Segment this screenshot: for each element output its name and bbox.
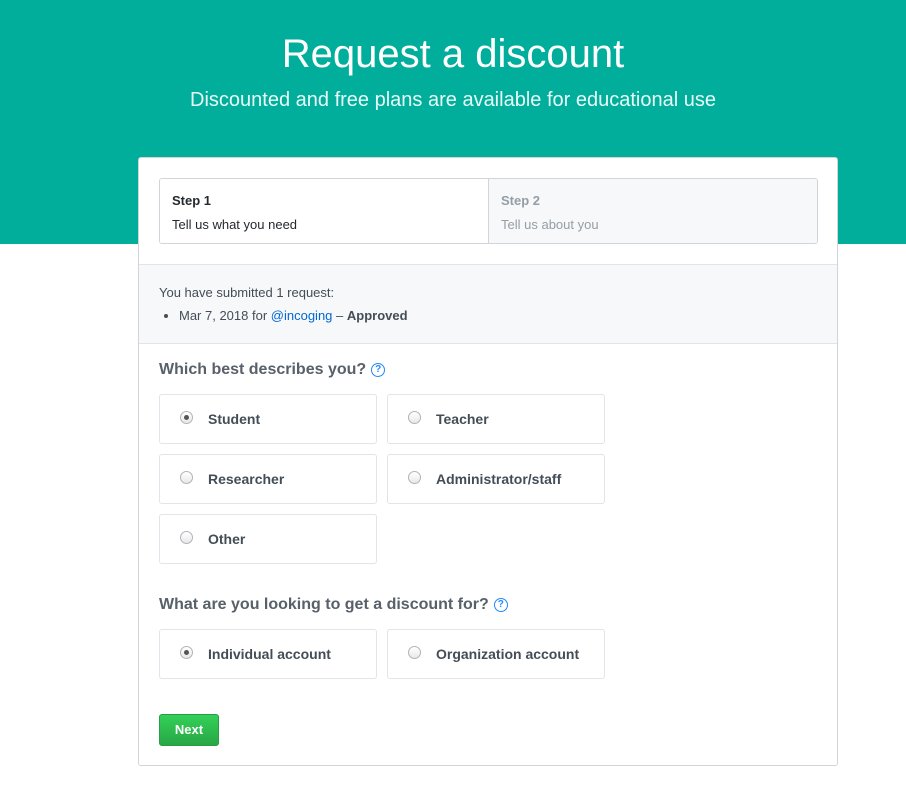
option-label: Individual account	[208, 646, 331, 662]
help-icon[interactable]: ?	[371, 363, 386, 377]
option-other[interactable]: Other	[159, 514, 377, 564]
request-item: Mar 7, 2018 for @incoging – Approved	[179, 308, 817, 324]
next-button[interactable]: Next	[159, 714, 219, 746]
request-separator: –	[332, 308, 347, 323]
account-link[interactable]: @incoging	[271, 308, 333, 323]
option-label: Student	[208, 411, 261, 427]
step-2-description: Tell us about you	[501, 217, 599, 232]
option-student[interactable]: Student	[159, 394, 377, 444]
request-list: Mar 7, 2018 for @incoging – Approved	[159, 308, 817, 324]
option-administrator[interactable]: Administrator/staff	[387, 454, 605, 504]
step-indicator: Step 1 Tell us what you need Step 2 Tell…	[159, 178, 818, 244]
radio-other[interactable]	[180, 530, 193, 544]
notice-text: You have submitted 1 request:	[159, 285, 335, 300]
submitted-requests-notice: You have submitted 1 request: Mar 7, 201…	[139, 264, 837, 344]
page-title: Request a discount	[281, 32, 625, 76]
radio-organization-account[interactable]	[408, 645, 421, 659]
question-account-type-label: What are you looking to get a discount f…	[159, 596, 489, 613]
radio-individual-account[interactable]	[180, 645, 193, 659]
option-label: Other	[208, 531, 246, 547]
step-1: Step 1 Tell us what you need	[160, 179, 489, 243]
option-researcher[interactable]: Researcher	[159, 454, 377, 504]
option-organization-account[interactable]: Organization account	[387, 629, 605, 679]
step-1-title: Step 1	[172, 193, 212, 208]
step-2: Step 2 Tell us about you	[489, 179, 817, 243]
option-label: Administrator/staff	[436, 471, 562, 487]
request-date: Mar 7, 2018 for	[179, 308, 271, 323]
radio-student[interactable]	[180, 410, 193, 424]
discount-form-card: Step 1 Tell us what you need Step 2 Tell…	[138, 157, 838, 766]
option-teacher[interactable]: Teacher	[387, 394, 605, 444]
question-role-label: Which best describes you?	[159, 361, 367, 378]
page-subtitle: Discounted and free plans are available …	[190, 89, 716, 111]
step-1-description: Tell us what you need	[172, 217, 298, 232]
question-role: Which best describes you? ?	[159, 360, 386, 380]
radio-researcher[interactable]	[180, 470, 193, 484]
radio-teacher[interactable]	[408, 410, 421, 424]
help-icon[interactable]: ?	[493, 598, 508, 612]
option-individual-account[interactable]: Individual account	[159, 629, 377, 679]
option-label: Organization account	[436, 646, 580, 662]
option-label: Teacher	[436, 411, 489, 427]
step-2-title: Step 2	[501, 193, 541, 208]
radio-administrator[interactable]	[408, 470, 421, 484]
request-status: Approved	[346, 308, 408, 323]
question-account-type: What are you looking to get a discount f…	[159, 595, 508, 615]
option-label: Researcher	[208, 471, 285, 487]
